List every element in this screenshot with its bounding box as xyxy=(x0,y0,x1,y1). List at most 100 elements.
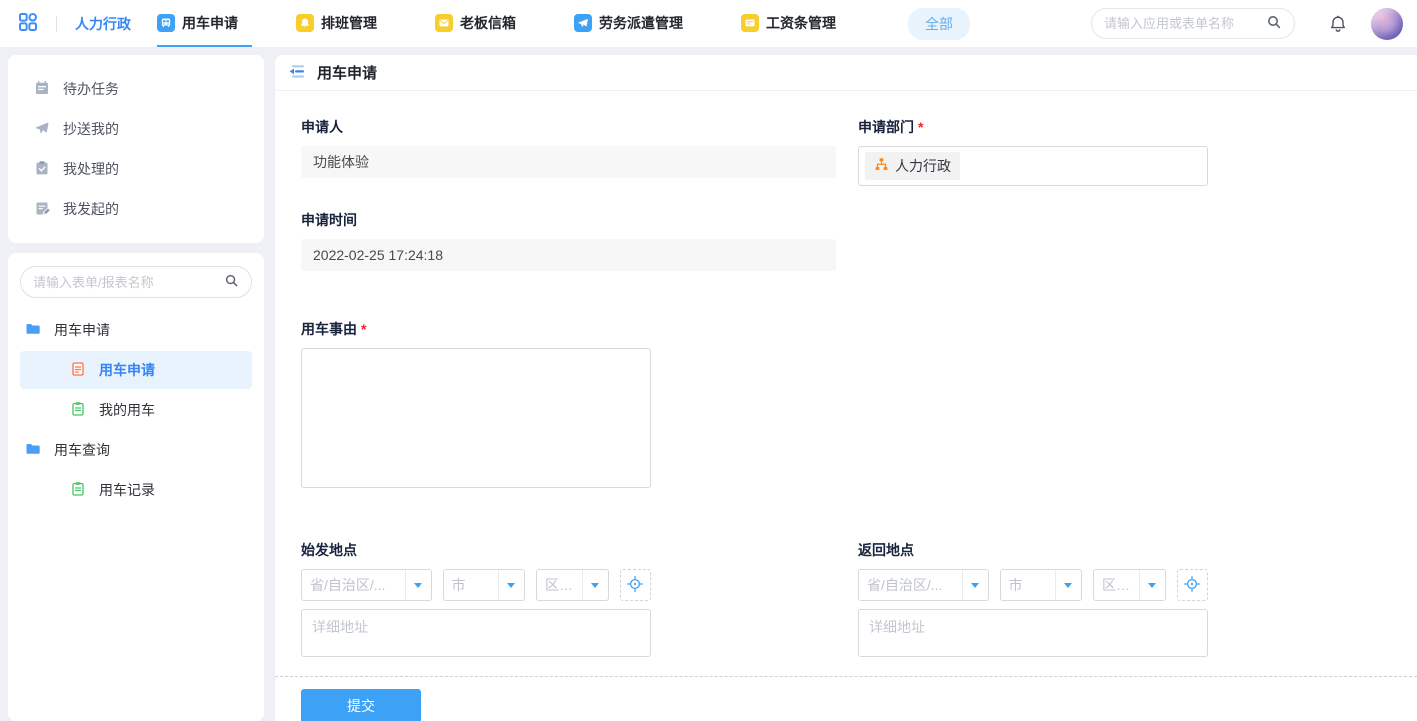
tab-label: 劳务派遣管理 xyxy=(599,13,683,33)
all-apps-pill[interactable]: 全部 xyxy=(908,8,970,40)
return-locate-button[interactable] xyxy=(1177,569,1208,601)
collapse-sidebar-icon[interactable] xyxy=(289,64,307,82)
app-launcher-button[interactable] xyxy=(18,12,38,35)
origin-city-select[interactable]: 市 xyxy=(443,569,525,601)
bus-icon xyxy=(157,14,175,32)
tab-vehicle-request[interactable]: 用车申请 xyxy=(157,0,252,47)
notification-bell-icon[interactable] xyxy=(1328,14,1348,34)
form-tree-card: 用车申请 用车申请 xyxy=(8,253,264,721)
report-icon xyxy=(70,481,86,500)
return-address-input[interactable] xyxy=(858,609,1208,657)
field-label: 始发地点 xyxy=(301,540,836,560)
sidebar-search-input[interactable] xyxy=(33,275,224,290)
search-icon[interactable] xyxy=(1266,14,1282,33)
page-layout: 待办任务 抄送我的 我处理的 xyxy=(0,47,1417,721)
reason-textarea[interactable] xyxy=(301,348,651,488)
sidebar-item-initiated-by-me[interactable]: 我发起的 xyxy=(8,189,264,229)
field-reason: 用车事由* xyxy=(301,319,836,488)
field-applicant: 申请人 xyxy=(301,117,836,186)
chevron-down-icon[interactable] xyxy=(582,570,608,600)
form-footer: 提交 xyxy=(275,676,1417,721)
origin-district-select[interactable]: 区/县 xyxy=(536,569,609,601)
mail-icon xyxy=(435,14,453,32)
sidebar-item-todo-tasks[interactable]: 待办任务 xyxy=(8,69,264,109)
search-icon[interactable] xyxy=(224,273,239,291)
chevron-down-icon[interactable] xyxy=(1139,570,1165,600)
origin-region-row: 省/自治区/... 市 区/县 xyxy=(301,569,651,601)
send-icon xyxy=(574,14,592,32)
origin-province-select[interactable]: 省/自治区/... xyxy=(301,569,432,601)
locate-crosshair-icon xyxy=(626,575,644,596)
chevron-down-icon[interactable] xyxy=(962,570,988,600)
origin-locate-button[interactable] xyxy=(620,569,651,601)
sidebar: 待办任务 抄送我的 我处理的 xyxy=(8,55,264,721)
tree-folder-label: 用车查询 xyxy=(54,440,110,460)
form-icon xyxy=(70,361,86,380)
field-return-location: 返回地点 省/自治区/... 市 区/县 xyxy=(858,540,1208,657)
sidebar-item-label: 抄送我的 xyxy=(63,119,119,139)
task-shortcuts-card: 待办任务 抄送我的 我处理的 xyxy=(8,55,264,243)
topbar-search-input[interactable] xyxy=(1104,16,1266,31)
org-chart-icon xyxy=(874,157,889,175)
tab-labor-dispatch[interactable]: 劳务派遣管理 xyxy=(574,0,697,47)
clipboard-check-icon xyxy=(34,160,50,179)
chevron-down-icon[interactable] xyxy=(498,570,524,600)
submit-button[interactable]: 提交 xyxy=(301,689,421,721)
tab-boss-mailbox[interactable]: 老板信箱 xyxy=(435,0,530,47)
applicant-input[interactable] xyxy=(301,146,836,178)
sidebar-item-label: 我处理的 xyxy=(63,159,119,179)
tab-label: 排班管理 xyxy=(321,13,377,33)
sidebar-item-cc-to-me[interactable]: 抄送我的 xyxy=(8,109,264,149)
sidebar-item-handled-by-me[interactable]: 我处理的 xyxy=(8,149,264,189)
chevron-down-icon[interactable] xyxy=(1055,570,1081,600)
apply-time-input[interactable] xyxy=(301,239,836,271)
field-label: 申请时间 xyxy=(301,210,836,230)
tab-label: 用车申请 xyxy=(182,13,238,33)
tab-label: 工资条管理 xyxy=(766,13,836,33)
field-label: 返回地点 xyxy=(858,540,1208,560)
app-tabs: 用车申请 排班管理 老板信箱 xyxy=(157,0,894,47)
sidebar-item-label: 待办任务 xyxy=(63,79,119,99)
tree-item-label: 用车申请 xyxy=(99,360,155,380)
tab-payslip-management[interactable]: 工资条管理 xyxy=(741,0,850,47)
bell-icon xyxy=(296,14,314,32)
workspace-name[interactable]: 人力行政 xyxy=(75,14,131,34)
tree-item-label: 用车记录 xyxy=(99,480,155,500)
field-department: 申请部门* 人力行政 xyxy=(858,117,1208,186)
sidebar-item-label: 我发起的 xyxy=(63,199,119,219)
return-province-select[interactable]: 省/自治区/... xyxy=(858,569,989,601)
payslip-icon xyxy=(741,14,759,32)
tree-folder-label: 用车申请 xyxy=(54,320,110,340)
page-title: 用车申请 xyxy=(317,62,377,83)
tree-item-my-vehicle[interactable]: 我的用车 xyxy=(8,390,264,430)
field-label: 用车事由* xyxy=(301,319,836,339)
field-label: 申请人 xyxy=(301,117,836,137)
department-picker[interactable]: 人力行政 xyxy=(858,146,1208,186)
user-avatar[interactable] xyxy=(1371,8,1403,40)
topbar: 人力行政 用车申请 排班管理 xyxy=(0,0,1417,47)
tree-item-vehicle-records[interactable]: 用车记录 xyxy=(8,470,264,510)
chevron-down-icon[interactable] xyxy=(405,570,431,600)
origin-address-input[interactable] xyxy=(301,609,651,657)
return-city-select[interactable]: 市 xyxy=(1000,569,1082,601)
field-origin-location: 始发地点 省/自治区/... 市 区/县 xyxy=(301,540,836,657)
tab-shift-management[interactable]: 排班管理 xyxy=(296,0,391,47)
folder-icon xyxy=(25,441,41,460)
required-asterisk: * xyxy=(918,119,923,135)
field-label: 申请部门* xyxy=(858,117,1208,137)
required-asterisk: * xyxy=(361,321,366,337)
department-tag[interactable]: 人力行政 xyxy=(865,152,960,180)
folder-icon xyxy=(25,321,41,340)
main-content: 用车申请 申请人 申请部门* xyxy=(275,55,1417,721)
calendar-icon xyxy=(34,80,50,99)
tree-item-label: 我的用车 xyxy=(99,400,155,420)
report-icon xyxy=(70,401,86,420)
sidebar-search[interactable] xyxy=(20,266,252,298)
return-region-row: 省/自治区/... 市 区/县 xyxy=(858,569,1208,601)
tree-folder-vehicle-query[interactable]: 用车查询 xyxy=(8,430,264,470)
topbar-search[interactable] xyxy=(1091,8,1295,39)
tree-folder-vehicle-request[interactable]: 用车申请 xyxy=(8,310,264,350)
apps-grid-icon xyxy=(18,12,38,35)
tree-item-vehicle-request-form[interactable]: 用车申请 xyxy=(20,351,252,389)
return-district-select[interactable]: 区/县 xyxy=(1093,569,1166,601)
